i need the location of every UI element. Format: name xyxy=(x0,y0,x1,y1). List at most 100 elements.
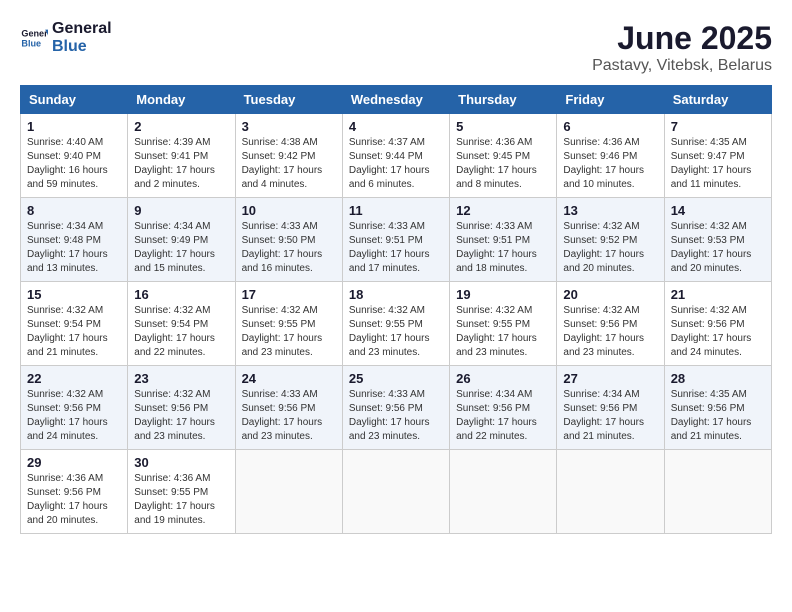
daylight-text: Daylight: 17 hours and 17 minutes. xyxy=(349,249,430,274)
day-number: 14 xyxy=(671,203,765,218)
sunrise-text: Sunrise: 4:32 AM xyxy=(563,221,639,232)
sunset-text: Sunset: 9:53 PM xyxy=(671,235,745,246)
week-row-4: 22Sunrise: 4:32 AMSunset: 9:56 PMDayligh… xyxy=(21,366,772,450)
day-info: Sunrise: 4:36 AMSunset: 9:45 PMDaylight:… xyxy=(456,136,550,192)
day-info: Sunrise: 4:33 AMSunset: 9:51 PMDaylight:… xyxy=(349,220,443,276)
sunset-text: Sunset: 9:54 PM xyxy=(134,319,208,330)
day-info: Sunrise: 4:32 AMSunset: 9:56 PMDaylight:… xyxy=(671,304,765,360)
calendar-cell: 22Sunrise: 4:32 AMSunset: 9:56 PMDayligh… xyxy=(21,366,128,450)
sunset-text: Sunset: 9:50 PM xyxy=(242,235,316,246)
sunrise-text: Sunrise: 4:36 AM xyxy=(456,137,532,148)
week-row-2: 8 Sunrise: 4:34 AM Sunset: 9:48 PM Daylight… xyxy=(21,198,772,282)
calendar-title: June 2025 xyxy=(592,20,772,57)
sunrise-text: Sunrise: 4:33 AM xyxy=(456,221,532,232)
sunrise-text: Sunrise: 4:34 AM xyxy=(27,221,103,232)
calendar-cell: 13Sunrise: 4:32 AMSunset: 9:52 PMDayligh… xyxy=(557,198,664,282)
day-number: 24 xyxy=(242,371,336,386)
day-info: Sunrise: 4:37 AMSunset: 9:44 PMDaylight:… xyxy=(349,136,443,192)
header-row: SundayMondayTuesdayWednesdayThursdayFrid… xyxy=(21,86,772,114)
calendar-cell: 21Sunrise: 4:32 AMSunset: 9:56 PMDayligh… xyxy=(664,282,771,366)
day-info: Sunrise: 4:33 AM Sunset: 9:50 PM Daylight:… xyxy=(242,220,336,276)
day-number: 16 xyxy=(134,287,228,302)
sunrise-text: Sunrise: 4:33 AM xyxy=(349,221,425,232)
day-number: 19 xyxy=(456,287,550,302)
sunrise-text: Sunrise: 4:34 AM xyxy=(456,389,532,400)
day-info: Sunrise: 4:32 AMSunset: 9:56 PMDaylight:… xyxy=(563,304,657,360)
sunset-text: Sunset: 9:56 PM xyxy=(456,403,530,414)
day-info: Sunrise: 4:36 AMSunset: 9:55 PMDaylight:… xyxy=(134,472,228,528)
daylight-text: Daylight: 17 hours and 16 minutes. xyxy=(242,249,323,274)
sunrise-text: Sunrise: 4:32 AM xyxy=(349,305,425,316)
day-number: 1 xyxy=(27,119,121,134)
calendar-cell: 4Sunrise: 4:37 AMSunset: 9:44 PMDaylight… xyxy=(342,114,449,198)
calendar-cell: 24 Sunrise: 4:33 AMSunset: 9:56 PMDayligh… xyxy=(235,366,342,450)
day-info: Sunrise: 4:39 AMSunset: 9:41 PMDaylight:… xyxy=(134,136,228,192)
header-cell-monday: Monday xyxy=(128,86,235,114)
logo-general-text: General xyxy=(52,20,112,38)
day-number: 8 xyxy=(27,203,121,218)
sunset-text: Sunset: 9:55 PM xyxy=(456,319,530,330)
sunrise-text: Sunrise: 4:35 AM xyxy=(671,389,747,400)
daylight-text: Daylight: 17 hours and 21 minutes. xyxy=(563,417,644,442)
calendar-cell: 7Sunrise: 4:35 AMSunset: 9:47 PMDaylight… xyxy=(664,114,771,198)
daylight-text: Daylight: 17 hours and 24 minutes. xyxy=(27,417,108,442)
calendar-subtitle: Pastavy, Vitebsk, Belarus xyxy=(592,57,772,75)
day-number: 25 xyxy=(349,371,443,386)
sunrise-text: Sunrise: 4:36 AM xyxy=(563,137,639,148)
daylight-text: Daylight: 17 hours and 18 minutes. xyxy=(456,249,537,274)
daylight-text: Daylight: 17 hours and 23 minutes. xyxy=(242,333,323,358)
sunrise-text: Sunrise: 4:34 AM xyxy=(134,221,210,232)
day-number: 28 xyxy=(671,371,765,386)
sunrise-text: Sunrise: 4:32 AM xyxy=(27,305,103,316)
daylight-text: Daylight: 17 hours and 22 minutes. xyxy=(456,417,537,442)
calendar-cell: 18Sunrise: 4:32 AMSunset: 9:55 PMDayligh… xyxy=(342,282,449,366)
calendar-cell: 5Sunrise: 4:36 AMSunset: 9:45 PMDaylight… xyxy=(450,114,557,198)
day-number: 10 xyxy=(242,203,336,218)
calendar-cell xyxy=(450,450,557,534)
calendar-cell: 28Sunrise: 4:35 AMSunset: 9:56 PMDayligh… xyxy=(664,366,771,450)
day-info: Sunrise: 4:32 AMSunset: 9:55 PMDaylight:… xyxy=(349,304,443,360)
sunset-text: Sunset: 9:40 PM xyxy=(27,151,101,162)
sunset-text: Sunset: 9:51 PM xyxy=(456,235,530,246)
day-number: 12 xyxy=(456,203,550,218)
sunset-text: Sunset: 9:49 PM xyxy=(134,235,208,246)
calendar-cell: 9Sunrise: 4:34 AMSunset: 9:49 PMDaylight… xyxy=(128,198,235,282)
day-number: 30 xyxy=(134,455,228,470)
sunset-text: Sunset: 9:47 PM xyxy=(671,151,745,162)
sunrise-text: Sunrise: 4:33 AM xyxy=(242,221,318,232)
daylight-text: Daylight: 17 hours and 23 minutes. xyxy=(349,333,430,358)
svg-text:General: General xyxy=(21,28,48,38)
day-info: Sunrise: 4:34 AMSunset: 9:56 PMDaylight:… xyxy=(563,388,657,444)
header-cell-thursday: Thursday xyxy=(450,86,557,114)
daylight-text: Daylight: 17 hours and 10 minutes. xyxy=(563,165,644,190)
calendar-cell xyxy=(664,450,771,534)
daylight-text: Daylight: 17 hours and 15 minutes. xyxy=(134,249,215,274)
sunrise-text: Sunrise: 4:40 AM xyxy=(27,137,103,148)
sunrise-text: Sunrise: 4:37 AM xyxy=(349,137,425,148)
daylight-text: Daylight: 17 hours and 19 minutes. xyxy=(134,501,215,526)
day-number: 22 xyxy=(27,371,121,386)
calendar-cell: 25Sunrise: 4:33 AMSunset: 9:56 PMDayligh… xyxy=(342,366,449,450)
day-number: 2 xyxy=(134,119,228,134)
daylight-text: Daylight: 17 hours and 13 minutes. xyxy=(27,249,108,274)
header-cell-friday: Friday xyxy=(557,86,664,114)
day-info: Sunrise: 4:32 AMSunset: 9:55 PMDaylight:… xyxy=(456,304,550,360)
header-cell-wednesday: Wednesday xyxy=(342,86,449,114)
day-info: Sunrise: 4:33 AMSunset: 9:56 PMDaylight:… xyxy=(242,388,336,444)
sunrise-text: Sunrise: 4:38 AM xyxy=(242,137,318,148)
calendar-cell: 19 Sunrise: 4:32 AMSunset: 9:55 PMDayligh… xyxy=(450,282,557,366)
sunset-text: Sunset: 9:41 PM xyxy=(134,151,208,162)
daylight-text: Daylight: 17 hours and 20 minutes. xyxy=(563,249,644,274)
daylight-text: Daylight: 17 hours and 23 minutes. xyxy=(563,333,644,358)
day-number: 17 xyxy=(242,287,336,302)
sunrise-text: Sunrise: 4:36 AM xyxy=(134,473,210,484)
sunset-text: Sunset: 9:48 PM xyxy=(27,235,101,246)
calendar-cell: 20Sunrise: 4:32 AMSunset: 9:56 PMDayligh… xyxy=(557,282,664,366)
calendar-cell: 11Sunrise: 4:33 AMSunset: 9:51 PMDayligh… xyxy=(342,198,449,282)
calendar-table: SundayMondayTuesdayWednesdayThursdayFrid… xyxy=(20,85,772,534)
sunset-text: Sunset: 9:56 PM xyxy=(671,319,745,330)
logo-blue-text: Blue xyxy=(52,38,112,56)
calendar-cell xyxy=(235,450,342,534)
header: General Blue General Blue June 2025 Past… xyxy=(20,20,772,75)
header-cell-sunday: Sunday xyxy=(21,86,128,114)
